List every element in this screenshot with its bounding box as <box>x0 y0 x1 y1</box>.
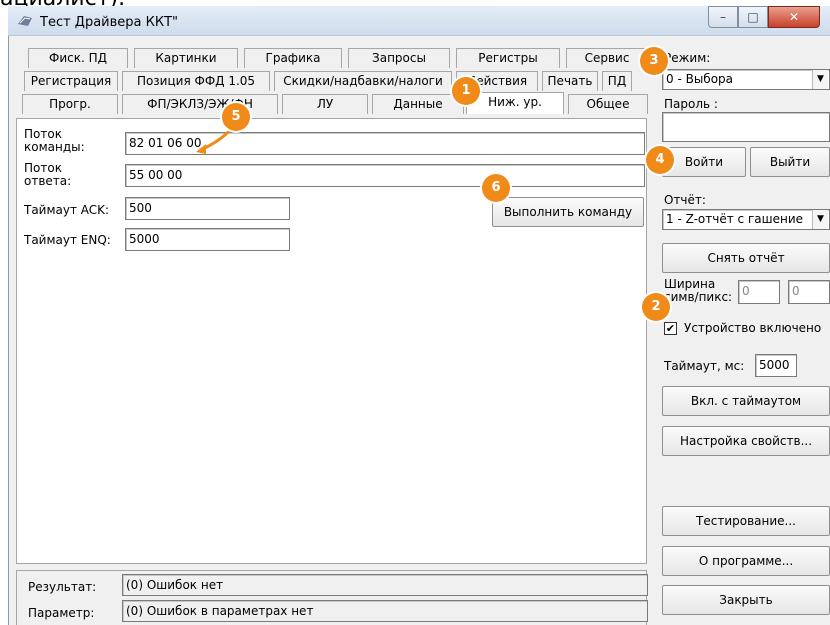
result-label: Результат: <box>28 580 97 594</box>
enable-timeout-button[interactable]: Вкл. с таймаутом <box>662 386 830 416</box>
testing-button[interactable]: Тестирование... <box>662 506 830 536</box>
tab-registers[interactable]: Регистры <box>456 48 560 68</box>
response-stream-input[interactable]: 55 00 00 <box>125 164 645 187</box>
width-symbols-input[interactable]: 0 <box>738 280 780 304</box>
report-label: Отчёт: <box>664 193 706 207</box>
report-value: 1 - Z-отчёт с гашение <box>666 212 804 226</box>
login-button[interactable]: Войти <box>662 147 746 177</box>
mode-label: Режим: <box>664 51 711 65</box>
tab-fisk-pd[interactable]: Фиск. ПД <box>28 48 128 68</box>
execute-command-button[interactable]: Выполнить команду <box>492 197 644 227</box>
ack-timeout-label: Таймаут ACK: <box>24 203 110 217</box>
timeout-input[interactable]: 5000 <box>755 354 797 377</box>
device-enabled-label: Устройство включено <box>684 321 822 335</box>
about-button[interactable]: О программе... <box>662 546 830 576</box>
take-report-button[interactable]: Снять отчёт <box>662 243 830 273</box>
tab-program[interactable]: Прогр. <box>22 94 118 114</box>
close-app-button[interactable]: Закрыть <box>662 585 830 615</box>
device-enabled-checkbox[interactable]: ✔ <box>664 322 677 335</box>
parameter-field: (0) Ошибок в параметрах нет <box>122 600 648 622</box>
window-title: Тест Драйвера ККТ" <box>40 15 179 30</box>
tab-requests[interactable]: Запросы <box>348 48 450 68</box>
step-badge-5: 5 <box>222 103 250 131</box>
tab-registration[interactable]: Регистрация <box>24 71 118 91</box>
parameter-label: Параметр: <box>28 606 95 620</box>
tab-low-level[interactable]: Ниж. ур. <box>466 92 564 114</box>
tab-discounts[interactable]: Скидки/надбавки/налоги <box>274 71 452 91</box>
settings-button[interactable]: Настройка свойств... <box>662 426 830 456</box>
password-input[interactable] <box>662 112 830 142</box>
tab-pictures[interactable]: Картинки <box>134 48 238 68</box>
step-badge-3: 3 <box>640 47 668 75</box>
mode-select[interactable]: 0 - Выбора <box>662 69 830 90</box>
timeout-label: Таймаут, мс: <box>664 359 745 373</box>
step-badge-6: 6 <box>482 174 510 202</box>
step-badge-1: 1 <box>452 77 480 105</box>
width-label: Ширина симв/пикс: <box>664 277 733 304</box>
maximize-button[interactable]: □ <box>738 6 768 28</box>
tab-print[interactable]: Печать <box>542 71 598 91</box>
width-pixels-input[interactable]: 0 <box>788 280 830 304</box>
tab-graphics[interactable]: Графика <box>244 48 342 68</box>
response-stream-label: Поток ответа: <box>24 161 72 188</box>
command-stream-label: Поток команды: <box>24 127 85 154</box>
app-icon <box>18 16 32 26</box>
tab-lu[interactable]: ЛУ <box>282 94 368 114</box>
tab-pd[interactable]: ПД <box>602 71 632 91</box>
password-label: Пароль : <box>664 97 718 111</box>
chevron-down-icon[interactable]: ▼ <box>812 210 828 229</box>
ack-timeout-input[interactable]: 500 <box>125 197 290 220</box>
result-field: (0) Ошибок нет <box>122 574 648 596</box>
minimize-button[interactable]: – <box>708 6 738 28</box>
close-window-button[interactable]: ✕ <box>768 6 820 28</box>
chevron-down-icon[interactable]: ▼ <box>812 70 828 89</box>
tab-service[interactable]: Сервис <box>566 48 648 68</box>
logout-button[interactable]: Выйти <box>750 147 830 177</box>
tab-position-ffd[interactable]: Позиция ФФД 1.05 <box>122 71 270 91</box>
report-select[interactable]: 1 - Z-отчёт с гашение <box>662 209 830 230</box>
step-badge-4: 4 <box>646 146 674 174</box>
mode-value: 0 - Выбора <box>666 72 734 86</box>
tab-fp-eklz[interactable]: ФП/ЭКЛЗ/ЭЖ/ФН <box>122 94 278 114</box>
enq-timeout-input[interactable]: 5000 <box>125 228 290 251</box>
tab-general[interactable]: Общее <box>568 94 648 114</box>
tab-data[interactable]: Данные <box>372 94 464 114</box>
step-badge-2: 2 <box>642 293 670 321</box>
enq-timeout-label: Таймаут ENQ: <box>24 233 111 247</box>
